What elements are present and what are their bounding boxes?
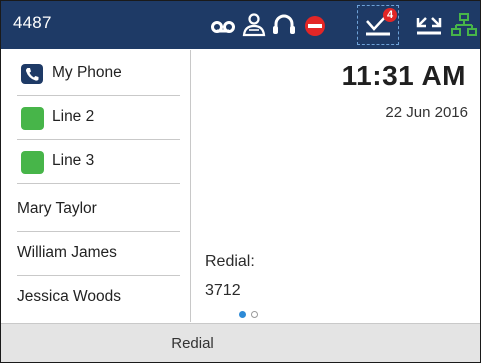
clock-time: 11:31 AM bbox=[341, 60, 466, 91]
contact-label: Jessica Woods bbox=[17, 288, 121, 305]
phone-screen: 4487 4 My Phone Line 2 Line 3 Mary Taylo… bbox=[0, 0, 481, 363]
line-key-list: My Phone Line 2 Line 3 Mary Taylor Willi… bbox=[1, 50, 191, 322]
phone-icon bbox=[21, 64, 43, 84]
line-key-label: Line 3 bbox=[52, 152, 95, 169]
page-dot-active bbox=[239, 311, 246, 318]
speed-dial-jessica-woods[interactable]: Jessica Woods bbox=[17, 276, 180, 320]
message-count-badge: 4 bbox=[383, 8, 397, 22]
contacts-icon[interactable] bbox=[240, 11, 268, 39]
softkey-bar: Redial bbox=[1, 323, 480, 362]
missed-calls-icon[interactable] bbox=[415, 11, 443, 39]
redial-label: Redial: bbox=[205, 253, 255, 270]
line-key-my-phone[interactable]: My Phone bbox=[17, 52, 180, 96]
network-icon bbox=[450, 11, 478, 39]
line-key-label: Line 2 bbox=[52, 108, 95, 125]
voicemail-icon[interactable] bbox=[209, 11, 237, 39]
messages-button[interactable]: 4 bbox=[357, 5, 399, 45]
clock-date: 22 Jun 2016 bbox=[385, 104, 468, 121]
redial-softkey[interactable]: Redial bbox=[1, 324, 384, 362]
redial-number: 3712 bbox=[205, 282, 241, 299]
line-key-label: My Phone bbox=[52, 64, 122, 81]
headset-icon[interactable] bbox=[270, 11, 298, 39]
line-key-line-3[interactable]: Line 3 bbox=[17, 140, 180, 184]
speed-dial-william-james[interactable]: William James bbox=[17, 232, 180, 276]
speed-dial-mary-taylor[interactable]: Mary Taylor bbox=[17, 188, 180, 232]
extension-number: 4487 bbox=[13, 13, 52, 32]
contact-label: Mary Taylor bbox=[17, 200, 97, 217]
line-status-icon bbox=[21, 107, 44, 130]
do-not-disturb-icon[interactable] bbox=[301, 11, 329, 39]
line-status-icon bbox=[21, 151, 44, 174]
status-bar: 4487 4 bbox=[1, 1, 480, 49]
page-dot-inactive bbox=[251, 311, 258, 318]
line-key-line-2[interactable]: Line 2 bbox=[17, 96, 180, 140]
contact-label: William James bbox=[17, 244, 117, 261]
